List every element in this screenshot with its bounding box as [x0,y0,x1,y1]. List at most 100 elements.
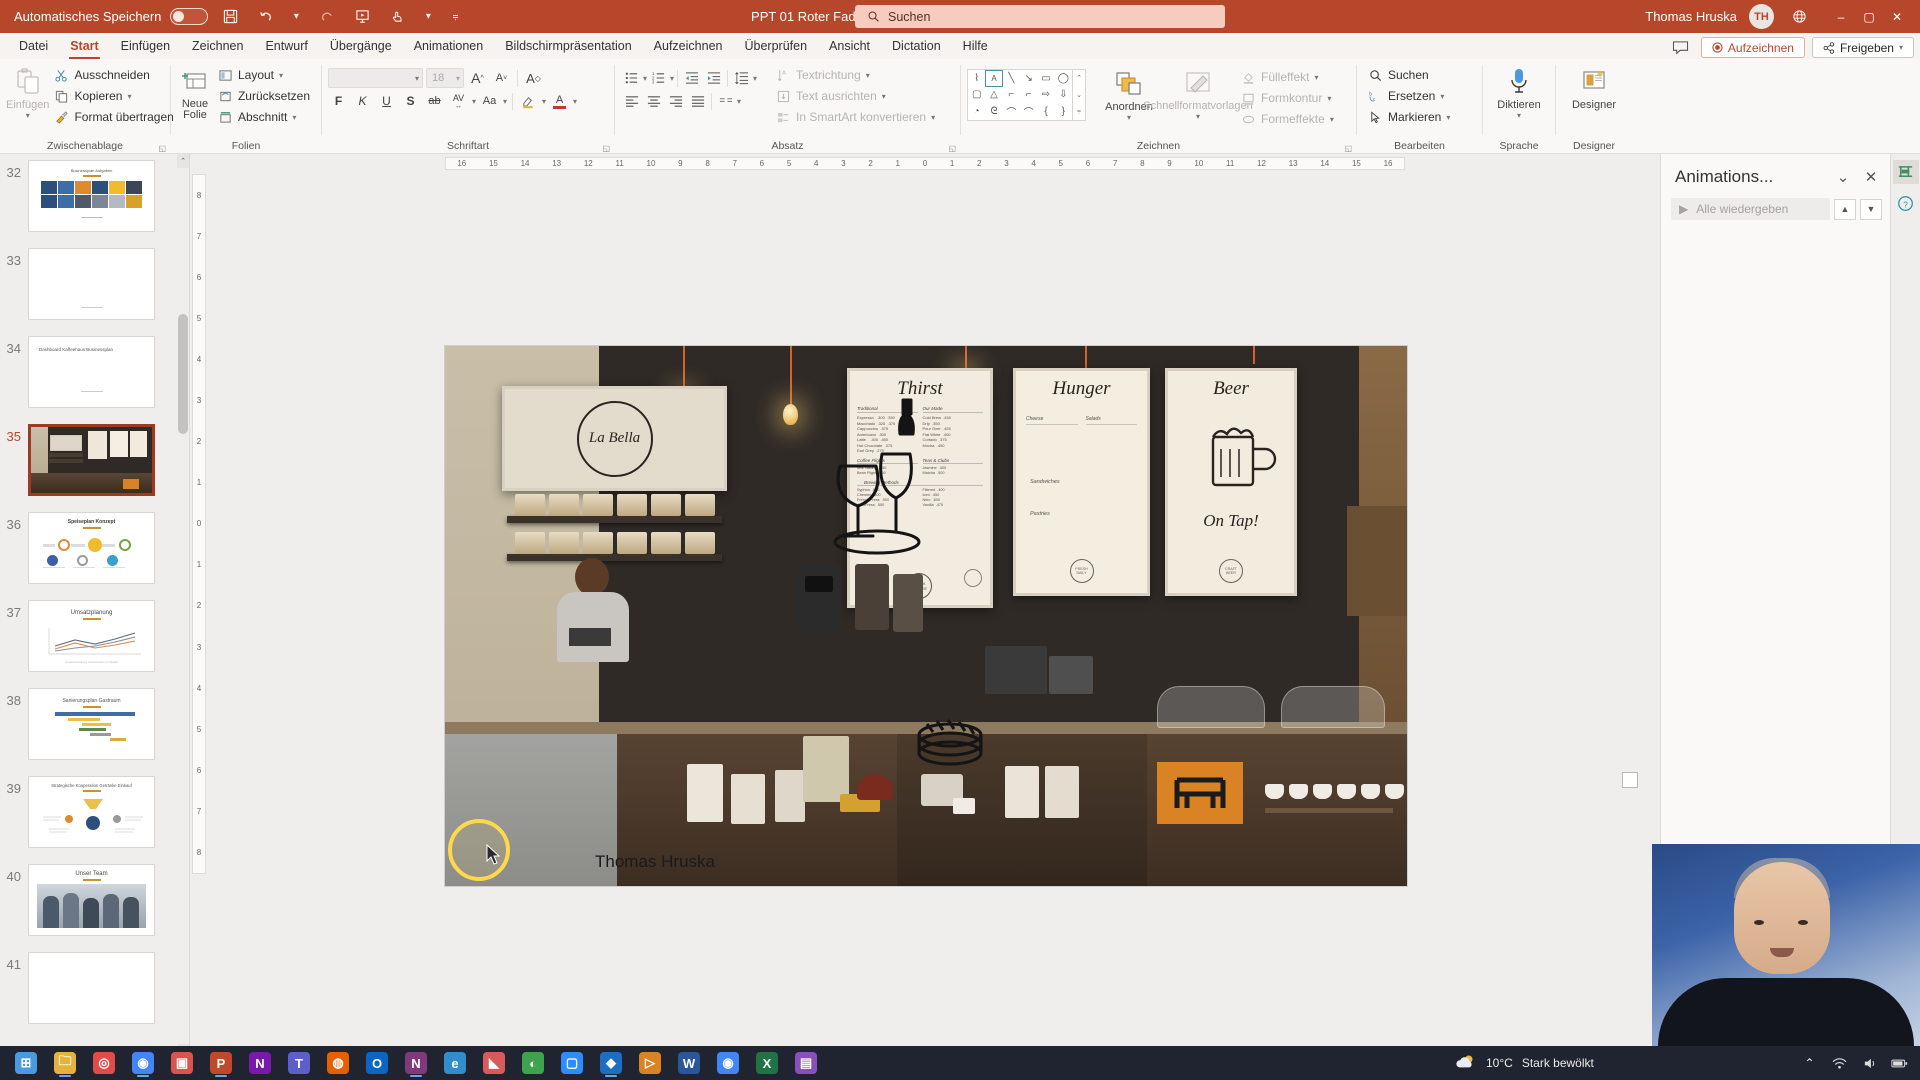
taskbar-outlook[interactable]: O [359,1048,395,1078]
taskbar-blue-app[interactable]: ◆ [593,1048,629,1078]
section-button[interactable]: Abschnitt ▾ [213,107,315,127]
shape-right-brace-icon[interactable]: } [1055,103,1072,120]
copy-button[interactable]: Kopieren ▾ [49,86,178,106]
save-icon[interactable] [217,5,243,29]
shape-textbox-icon[interactable]: A [985,70,1003,87]
find-button[interactable]: Suchen [1363,65,1455,85]
spacing-chevron-icon[interactable]: ▾ [472,97,476,106]
tab-zeichnen[interactable]: Zeichnen [181,33,254,59]
justify-icon[interactable] [687,91,708,111]
shape-fill-button[interactable]: Fülleffekt ▾ [1236,67,1339,87]
text-direction-chevron-icon[interactable]: ▾ [866,71,870,80]
slide-caption-text[interactable]: Thomas Hruska [595,852,715,872]
quick-styles-button[interactable]: Schnellformatvorlagen ▾ [1143,65,1253,121]
share-button[interactable]: Freigeben ▾ [1811,37,1914,58]
thumbnail-scrollbar[interactable]: ⌃ ⌄ [177,154,189,1058]
increase-indent-icon[interactable] [703,68,724,88]
bullets-icon[interactable] [621,68,642,88]
search-input[interactable]: Suchen [855,5,1225,28]
character-spacing-icon[interactable]: AV ↔ [448,91,469,111]
pane-resize-handle[interactable] [1622,772,1638,788]
tab-datei[interactable]: Datei [8,33,59,59]
section-chevron-icon[interactable]: ▾ [292,113,296,122]
undo-icon[interactable] [252,5,278,29]
taskbar-edge[interactable]: e [437,1048,473,1078]
shapes-scrollbar[interactable]: ⌃ ⌄ ⩦ [1073,69,1086,121]
shape-line-icon[interactable]: ╲ [1003,70,1020,87]
show-hidden-icons-icon[interactable]: ⌃ [1801,1055,1818,1072]
taskbar-word[interactable]: W [671,1048,707,1078]
replace-chevron-icon[interactable]: ▾ [1440,92,1444,101]
shapes-scroll-up-icon[interactable]: ⌃ [1073,70,1085,87]
italic-icon[interactable]: K [352,91,373,111]
shape-rectangle-icon[interactable]: ▭ [1037,70,1054,87]
list-item[interactable]: 39 Strategische Kooperation Getränke Ein… [0,776,177,856]
arrange-chevron-icon[interactable]: ▾ [1127,113,1131,122]
chevron-down-icon[interactable]: ⌄ [1832,166,1854,188]
bold-icon[interactable]: F [328,91,349,111]
scrollbar-thumb[interactable] [178,314,188,434]
taskbar-teams[interactable]: T [281,1048,317,1078]
tab-ansicht[interactable]: Ansicht [818,33,881,59]
new-slide-button[interactable]: Neue Folie [177,63,213,121]
taskbar-chrome-2[interactable]: ◉ [710,1048,746,1078]
maximize-button[interactable]: ▢ [1856,5,1882,29]
webcam-overlay[interactable] [1652,844,1920,1046]
slide-thumbnail-34[interactable]: Dashboard Kaffeehaus Businessplan [28,336,155,408]
taskbar-firefox[interactable]: ◍ [320,1048,356,1078]
line-spacing-icon[interactable] [731,68,752,88]
battery-icon[interactable] [1891,1055,1908,1072]
tab-bildschirmpraesentation[interactable]: Bildschirmpräsentation [494,33,642,59]
shape-pie-icon[interactable]: ◔ [968,103,985,120]
language-icon[interactable] [1786,5,1812,29]
list-item[interactable]: 41 [0,952,177,1032]
list-item[interactable]: 40 Unser Team [0,864,177,944]
align-text-chevron-icon[interactable]: ▾ [882,92,886,101]
play-all-button[interactable]: ▶ Alle wiedergeben [1671,198,1830,220]
slide-thumbnail-40[interactable]: Unser Team [28,864,155,936]
font-color-chevron-icon[interactable]: ▾ [573,97,577,106]
columns-chevron-icon[interactable]: ▾ [737,97,741,106]
taskbar-affinity[interactable]: ◣ [476,1048,512,1078]
change-case-icon[interactable]: Aa [479,91,500,111]
font-size-input[interactable]: 18 ▾ [426,68,464,88]
highlight-chevron-icon[interactable]: ▾ [542,97,546,106]
replace-button[interactable]: bc Ersetzen ▾ [1363,86,1455,106]
numbering-chevron-icon[interactable]: ▾ [670,74,674,83]
shape-arc2-icon[interactable]: ⌒ [1020,103,1037,120]
tab-ueberpruefen[interactable]: Überprüfen [733,33,818,59]
shape-effects-chevron-icon[interactable]: ▾ [1330,115,1334,124]
shape-right-arrow-icon[interactable]: ⇨ [1037,87,1054,104]
columns-icon[interactable] [715,91,736,111]
avatar[interactable]: TH [1749,4,1774,29]
shape-effects-button[interactable]: Formeffekte ▾ [1236,109,1339,129]
taskbar-zoom[interactable]: ▢ [554,1048,590,1078]
taskbar-camtasia[interactable]: ◐ [515,1048,551,1078]
reset-button[interactable]: Zurücksetzen [213,86,315,106]
paragraph-dialog-launcher[interactable]: ◱ [948,144,956,153]
slide-thumbnail-41[interactable] [28,952,155,1024]
move-down-icon[interactable]: ▼ [1860,198,1882,220]
font-name-input[interactable]: ▾ [328,68,423,88]
shape-triangle-icon[interactable]: △ [985,87,1002,104]
start-presentation-icon[interactable] [349,5,375,29]
font-color-icon[interactable]: A [549,91,570,111]
bullets-chevron-icon[interactable]: ▾ [643,74,647,83]
list-item[interactable]: 32 Businessplan Aufgaben [0,160,177,240]
line-spacing-chevron-icon[interactable]: ▾ [753,74,757,83]
move-up-icon[interactable]: ▲ [1834,198,1856,220]
drawing-dialog-launcher[interactable]: ◱ [1344,144,1352,153]
slide-thumbnail-39[interactable]: Strategische Kooperation Getränke Einkau… [28,776,155,848]
slide-thumbnail-37[interactable]: Umsatzplanung Umsatzentwicklung nach Mon… [28,600,155,672]
select-chevron-icon[interactable]: ▾ [1446,113,1450,122]
more-commands-icon[interactable]: ⩦ [446,5,464,29]
slide-thumbnail-36[interactable]: Speiseplan Konzept [28,512,155,584]
taskbar-weather[interactable]: 10°C Stark bewölkt [1455,1053,1594,1074]
taskbar-start-button[interactable]: ⊞ [8,1048,44,1078]
clipboard-dialog-launcher[interactable]: ◱ [158,144,166,153]
tab-dictation[interactable]: Dictation [881,33,952,59]
slide-thumbnail-35[interactable] [28,424,155,496]
layout-chevron-icon[interactable]: ▾ [279,71,283,80]
tab-aufzeichnen[interactable]: Aufzeichnen [643,33,734,59]
slide-thumbnail-33[interactable] [28,248,155,320]
